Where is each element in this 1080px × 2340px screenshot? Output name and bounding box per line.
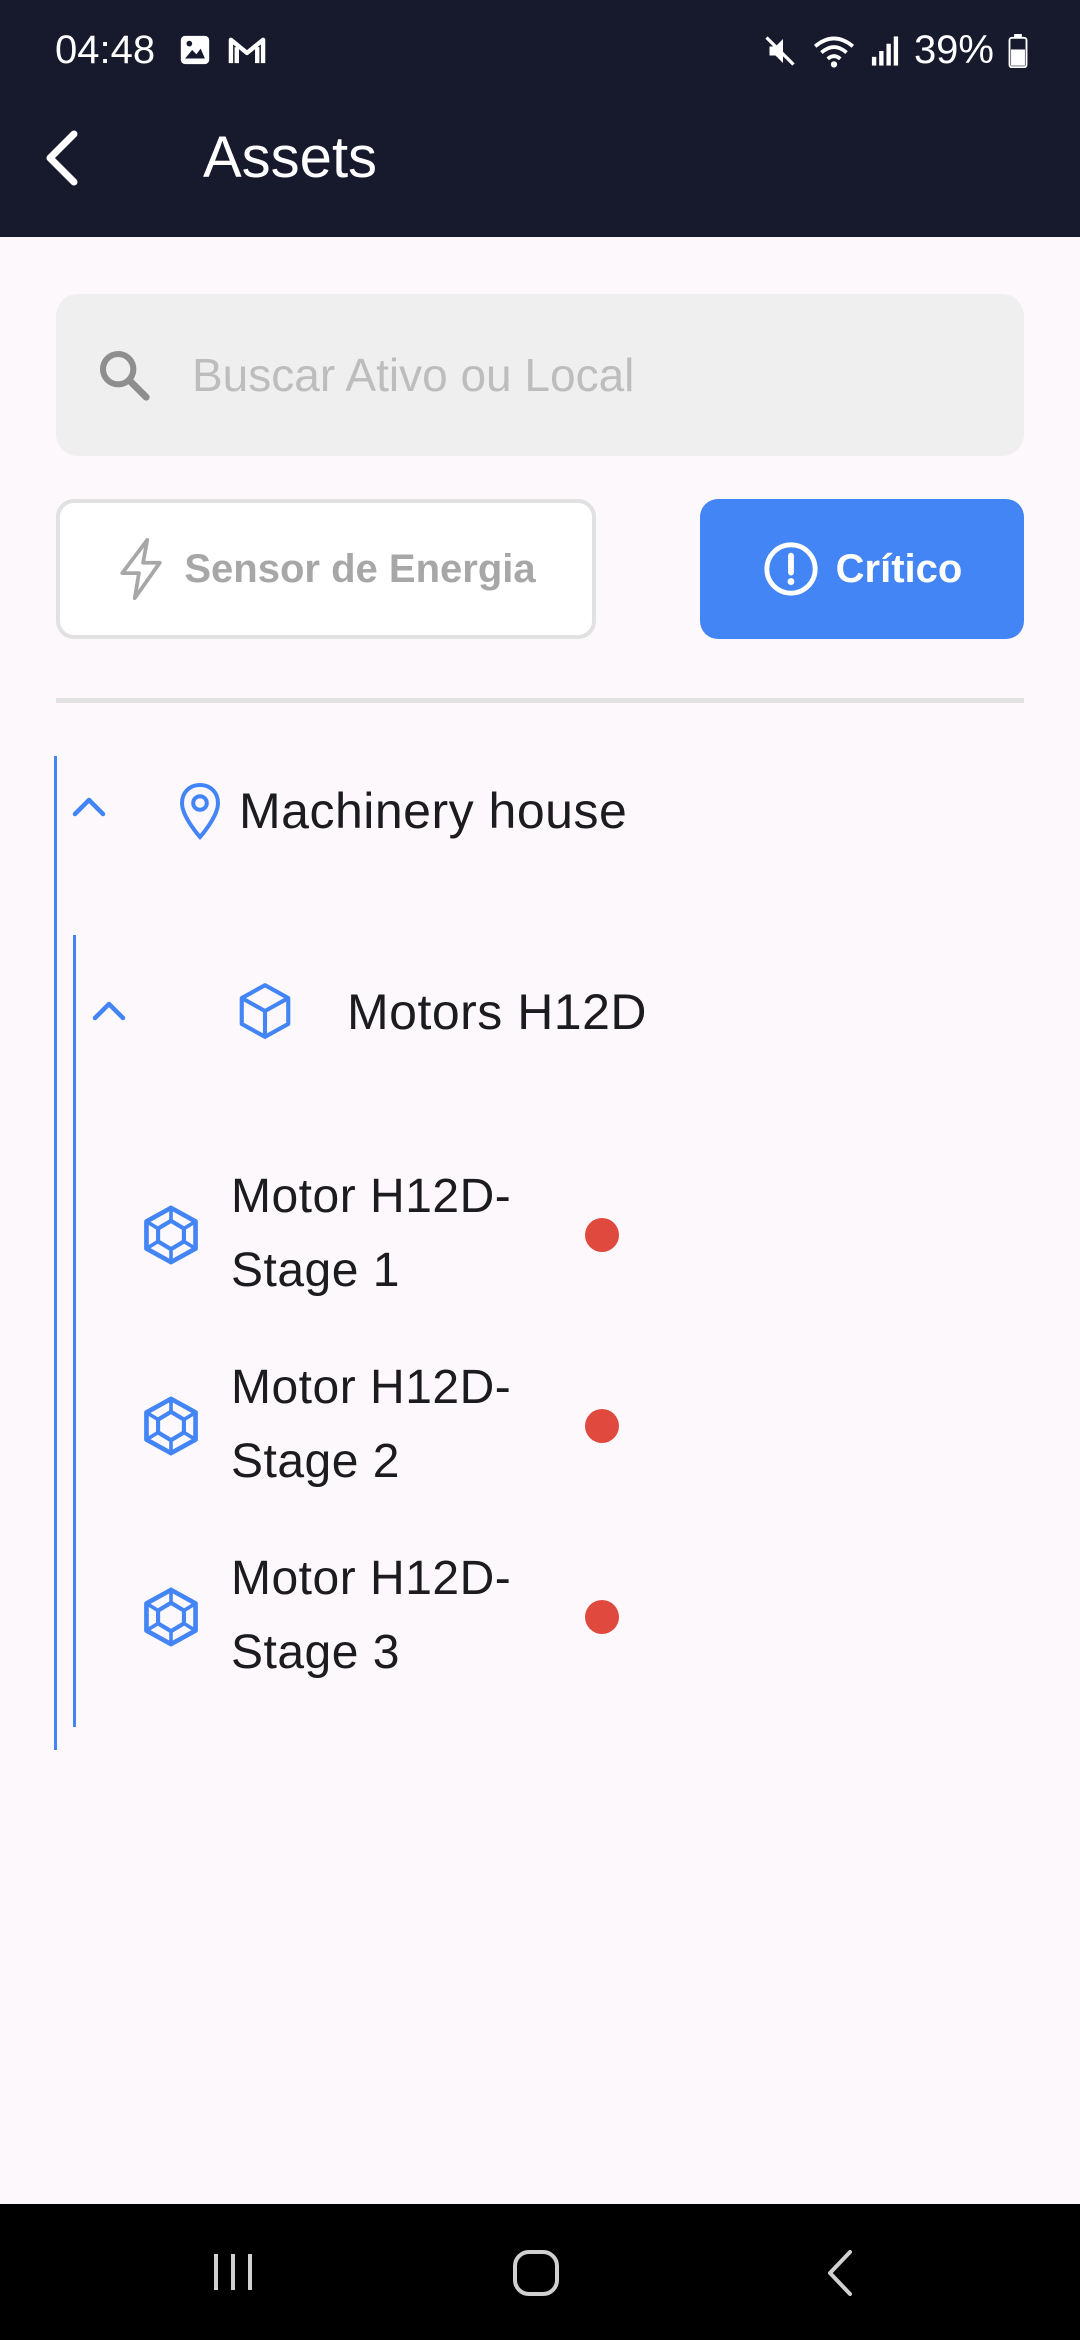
chevron-up-icon[interactable]: [71, 794, 107, 818]
tree-node-component[interactable]: Motor H12D- Stage 1: [130, 1160, 1024, 1310]
back-arrow-icon[interactable]: [38, 126, 88, 190]
divider: [56, 698, 1024, 703]
component-label-line2: Stage 3: [231, 1626, 400, 1679]
lightning-icon: [120, 537, 162, 601]
asset-label: Motors H12D: [347, 984, 648, 1040]
component-label-line2: Stage 2: [231, 1435, 400, 1488]
tree-node-location[interactable]: Machinery house: [56, 760, 1024, 860]
component-icon: [144, 1205, 198, 1265]
cube-icon: [239, 983, 291, 1039]
critico-filter-button[interactable]: Crítico: [700, 499, 1024, 639]
chevron-up-icon[interactable]: [91, 998, 127, 1022]
signal-icon: [871, 35, 899, 66]
tree-node-component[interactable]: Motor H12D- Stage 2: [130, 1351, 1024, 1501]
component-label-line1: Motor H12D-: [231, 1552, 512, 1605]
gmail-icon: [228, 37, 266, 64]
component-icon: [144, 1587, 198, 1647]
battery-percent: 39%: [913, 28, 994, 72]
sensor-energia-filter-button[interactable]: Sensor de Energia: [56, 499, 596, 639]
app-header: 04:48 39% Assets: [0, 0, 1080, 237]
home-icon[interactable]: [511, 2248, 561, 2298]
critical-status-dot: [585, 1218, 619, 1252]
tree-guide-line-location: [54, 756, 57, 1750]
search-input[interactable]: [192, 294, 992, 456]
critical-status-dot: [585, 1600, 619, 1634]
component-label-line1: Motor H12D-: [231, 1361, 512, 1414]
battery-icon: [1008, 33, 1028, 68]
alert-circle-icon: [764, 542, 818, 596]
component-icon: [144, 1396, 198, 1456]
sensor-energia-label: Sensor de Energia: [184, 546, 536, 591]
tree-node-component[interactable]: Motor H12D- Stage 3: [130, 1542, 1024, 1692]
mute-icon: [765, 35, 795, 66]
wifi-icon: [813, 36, 855, 67]
status-time: 04:48: [55, 28, 156, 72]
search-icon: [99, 350, 150, 401]
recent-apps-icon[interactable]: [208, 2250, 258, 2294]
location-pin-icon: [179, 782, 221, 840]
image-icon: [180, 35, 210, 65]
system-nav-bar: [0, 2204, 1080, 2340]
tree-node-asset[interactable]: Motors H12D: [76, 960, 1024, 1060]
critico-label: Crítico: [835, 546, 963, 591]
location-label: Machinery house: [239, 783, 628, 839]
status-bar: 04:48 39%: [0, 0, 1080, 100]
system-back-icon[interactable]: [822, 2248, 858, 2298]
critical-status-dot: [585, 1409, 619, 1443]
component-label-line2: Stage 1: [231, 1244, 400, 1297]
component-label-line1: Motor H12D-: [231, 1170, 512, 1223]
search-bar[interactable]: [56, 294, 1024, 456]
page-title: Assets: [203, 125, 378, 190]
